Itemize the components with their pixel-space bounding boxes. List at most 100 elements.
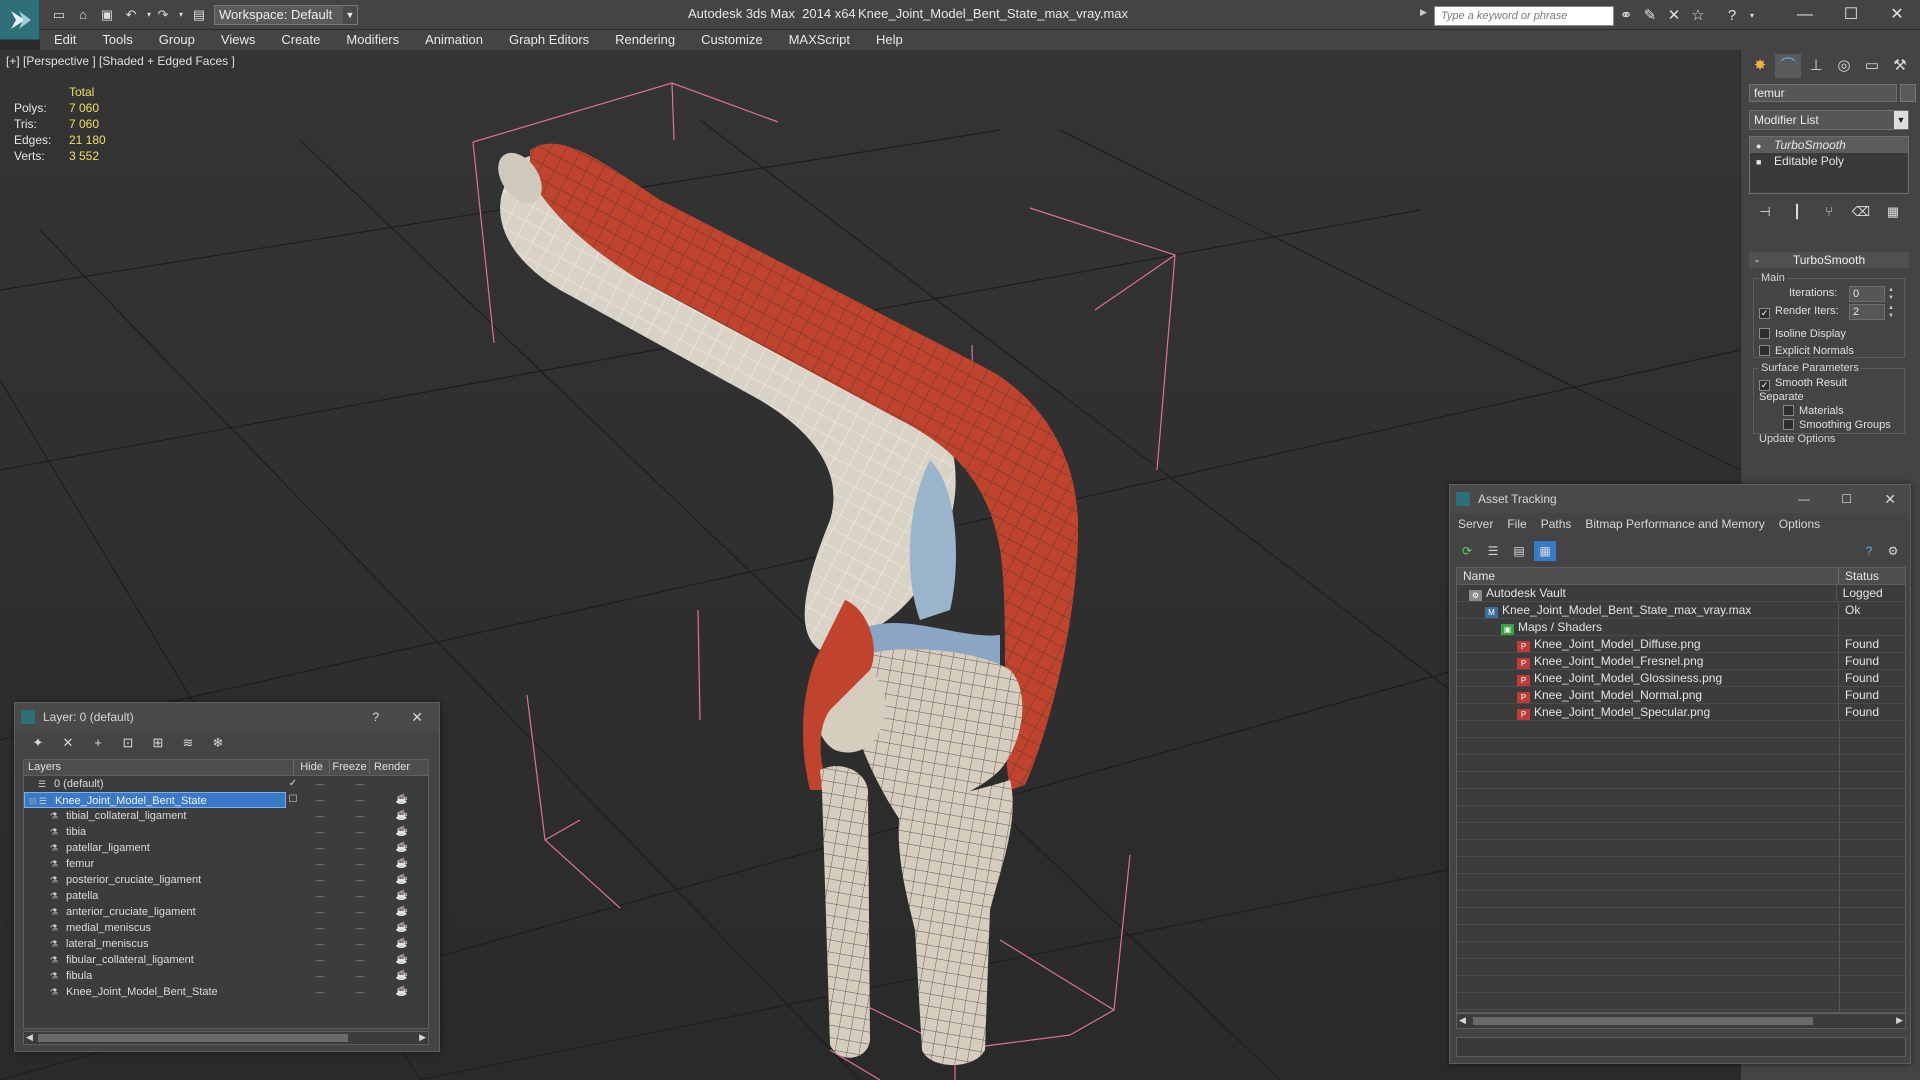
scroll-right-icon[interactable]: ▶: [419, 1032, 426, 1043]
layer-name-cell[interactable]: ⚗ tibia: [24, 824, 286, 840]
modify-tab-icon[interactable]: ⌒: [1775, 54, 1801, 78]
search-expand-icon[interactable]: ▶: [1420, 7, 1432, 25]
render-teapot-icon[interactable]: ☕: [380, 920, 424, 936]
column-freeze[interactable]: Freeze: [330, 760, 370, 775]
current-layer-slot[interactable]: [286, 952, 300, 968]
modifier-list-dropdown[interactable]: Modifier List ▼: [1749, 110, 1909, 130]
explicit-normals-checkbox[interactable]: [1759, 345, 1770, 356]
asset-row[interactable]: ⚙ Autodesk Vault Logged Out: [1457, 585, 1905, 617]
materials-checkbox[interactable]: [1783, 405, 1794, 416]
hide-toggle[interactable]: —: [300, 808, 340, 824]
layer-name-cell[interactable]: ⚗ fibular_collateral_ligament: [24, 952, 286, 968]
asset-row[interactable]: P Knee_Joint_Model_Diffuse.png Found: [1457, 636, 1905, 653]
horizontal-scrollbar[interactable]: ◀ ▶: [1456, 1013, 1906, 1029]
asset-name-cell[interactable]: ▣ Maps / Shaders: [1457, 619, 1839, 635]
delete-layer-icon[interactable]: ✕: [53, 733, 83, 753]
column-render[interactable]: Render: [370, 760, 414, 775]
menu-views[interactable]: Views: [221, 30, 255, 50]
stack-item-turbosmooth[interactable]: ● TurboSmooth: [1750, 137, 1908, 153]
make-unique-icon[interactable]: ⑂: [1819, 202, 1839, 222]
layer-row[interactable]: ⚗ Knee_Joint_Model_Bent_State — — ☕: [24, 984, 428, 1000]
current-layer-slot[interactable]: [286, 936, 300, 952]
redo-dropdown-icon[interactable]: ▾: [172, 6, 190, 24]
render-teapot-icon[interactable]: [380, 776, 424, 792]
make-current-box-icon[interactable]: ☐: [286, 792, 300, 808]
menu-animation[interactable]: Animation: [425, 30, 483, 50]
current-layer-slot[interactable]: [286, 904, 300, 920]
freeze-toggle[interactable]: —: [340, 808, 380, 824]
workspace-select[interactable]: Workspace: Default ▼: [214, 5, 358, 25]
render-teapot-icon[interactable]: ☕: [380, 872, 424, 888]
modifier-stack[interactable]: ● TurboSmooth ■ Editable Poly: [1749, 136, 1909, 194]
smoothing-groups-row[interactable]: Smoothing Groups: [1783, 419, 1891, 431]
layer-name-cell[interactable]: ⚗ patellar_ligament: [24, 840, 286, 856]
layer-row[interactable]: ⚗ fibula — — ☕: [24, 968, 428, 984]
layer-row[interactable]: ⚗ tibial_collateral_ligament — — ☕: [24, 808, 428, 824]
menu-rendering[interactable]: Rendering: [615, 30, 675, 50]
communication-center-icon[interactable]: ✕: [1664, 6, 1684, 26]
list-view-icon[interactable]: ☰: [1482, 541, 1504, 561]
asset-name-cell[interactable]: P Knee_Joint_Model_Specular.png: [1457, 704, 1839, 720]
turbosmooth-rollout-header[interactable]: - TurboSmooth: [1749, 252, 1909, 268]
layer-name-cell[interactable]: ⚗ fibula: [24, 968, 286, 984]
hide-toggle[interactable]: —: [300, 888, 340, 904]
scroll-right-icon[interactable]: ▶: [1896, 1015, 1903, 1026]
save-file-icon[interactable]: ▣: [98, 6, 116, 24]
asset-name-cell[interactable]: P Knee_Joint_Model_Glossiness.png: [1457, 670, 1839, 686]
freeze-toggle[interactable]: —: [340, 824, 380, 840]
asset-name-cell[interactable]: ⚙ Autodesk Vault: [1457, 585, 1837, 601]
freeze-toggle[interactable]: —: [340, 984, 380, 1000]
isoline-display-checkbox[interactable]: [1759, 328, 1770, 339]
menu-group[interactable]: Group: [159, 30, 195, 50]
scroll-left-icon[interactable]: ◀: [1459, 1015, 1466, 1026]
close-icon[interactable]: ✕: [411, 703, 423, 731]
hide-toggle[interactable]: —: [300, 968, 340, 984]
table-view-icon[interactable]: ▦: [1534, 541, 1556, 561]
highlight-layer-icon[interactable]: ⊞: [143, 733, 173, 753]
hide-toggle[interactable]: —: [300, 872, 340, 888]
configure-modifier-sets-icon[interactable]: ▦: [1883, 202, 1903, 222]
pin-stack-icon[interactable]: ⊣: [1755, 202, 1775, 222]
menu-create[interactable]: Create: [281, 30, 320, 50]
asset-row[interactable]: P Knee_Joint_Model_Normal.png Found: [1457, 687, 1905, 704]
layer-row[interactable]: ⊟ ☰ Knee_Joint_Model_Bent_State ☐ — — ☕: [24, 792, 428, 808]
smooth-result-row[interactable]: ✓ Smooth Result: [1759, 377, 1847, 391]
current-layer-check-icon[interactable]: ✓: [286, 776, 300, 792]
layer-window-titlebar[interactable]: Layer: 0 (default) ? ✕: [15, 703, 439, 731]
asset-name-cell[interactable]: P Knee_Joint_Model_Diffuse.png: [1457, 636, 1839, 652]
render-iters-checkbox[interactable]: ✓: [1759, 308, 1770, 319]
render-teapot-icon[interactable]: ☕: [380, 824, 424, 840]
stack-item-editable-poly[interactable]: ■ Editable Poly: [1750, 153, 1908, 169]
current-layer-slot[interactable]: [286, 984, 300, 1000]
layer-name-cell[interactable]: ⚗ medial_meniscus: [24, 920, 286, 936]
current-layer-slot[interactable]: [286, 888, 300, 904]
viewport-label[interactable]: [+] [Perspective ] [Shaded + Edged Faces…: [6, 54, 235, 68]
help-icon[interactable]: ?: [1722, 6, 1742, 26]
hide-toggle[interactable]: —: [300, 792, 340, 808]
hide-toggle[interactable]: —: [300, 952, 340, 968]
layer-row[interactable]: ⚗ femur — — ☕: [24, 856, 428, 872]
layer-name-cell[interactable]: ⚗ lateral_meniscus: [24, 936, 286, 952]
render-teapot-icon[interactable]: ☕: [380, 840, 424, 856]
render-teapot-icon[interactable]: ☕: [380, 904, 424, 920]
remove-modifier-icon[interactable]: ⌫: [1851, 202, 1871, 222]
layer-name-cell[interactable]: ⚗ posterior_cruciate_ligament: [24, 872, 286, 888]
layer-row[interactable]: ☰ 0 (default) ✓ — —: [24, 776, 428, 792]
motion-tab-icon[interactable]: ◎: [1831, 54, 1857, 78]
freeze-toggle[interactable]: —: [340, 792, 380, 808]
freeze-toggle[interactable]: —: [340, 856, 380, 872]
open-file-icon[interactable]: ⌂: [74, 6, 92, 24]
layer-row[interactable]: ⚗ posterior_cruciate_ligament — — ☕: [24, 872, 428, 888]
asset-menu-server[interactable]: Server: [1458, 517, 1493, 531]
asset-name-cell[interactable]: P Knee_Joint_Model_Fresnel.png: [1457, 653, 1839, 669]
current-layer-slot[interactable]: [286, 840, 300, 856]
hide-toggle[interactable]: —: [300, 936, 340, 952]
layer-name-cell[interactable]: ⚗ patella: [24, 888, 286, 904]
current-layer-slot[interactable]: [286, 920, 300, 936]
vault-settings-icon[interactable]: ⚙: [1882, 541, 1904, 561]
undo-icon[interactable]: ↶: [122, 6, 140, 24]
current-layer-slot[interactable]: [286, 968, 300, 984]
maximize-icon[interactable]: ☐: [1841, 485, 1852, 513]
render-iters-spinner[interactable]: 2: [1849, 304, 1885, 320]
spinner-arrows-icon[interactable]: ▲ ▼: [1887, 304, 1895, 320]
